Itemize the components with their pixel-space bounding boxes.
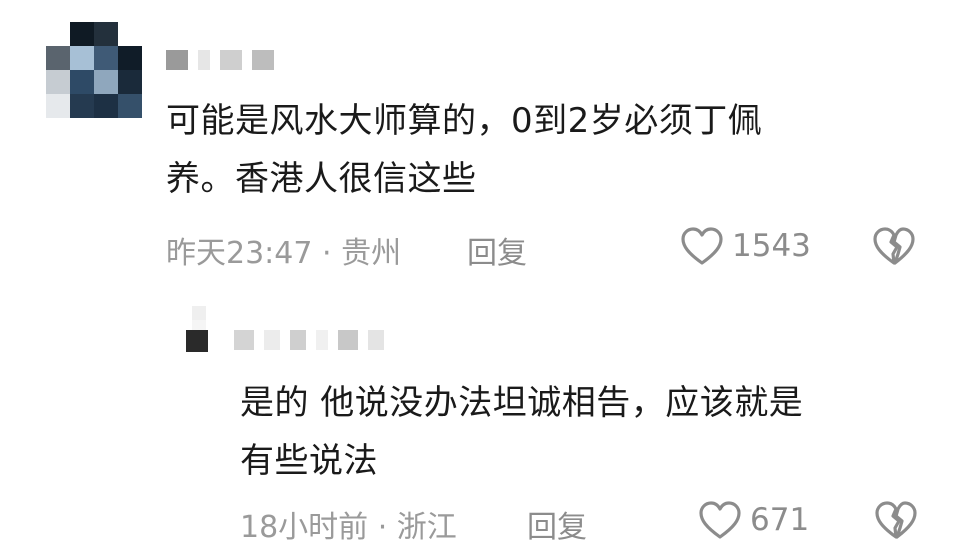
reply-button[interactable]: 回复 — [467, 228, 527, 272]
reply-text: 是的 他说没办法坦诚相告，应该就是 有些说法 — [240, 383, 804, 481]
dislike-button[interactable] — [872, 226, 916, 266]
reply-button[interactable]: 回复 — [527, 502, 587, 546]
comment-time-location: 昨天23:47 · 贵州 — [166, 236, 402, 271]
broken-heart-icon — [872, 226, 916, 266]
like-count: 671 — [750, 502, 810, 538]
username[interactable] — [166, 50, 274, 70]
avatar[interactable] — [46, 22, 142, 118]
dislike-button[interactable] — [874, 500, 918, 540]
comment-text: 可能是风水大师算的，0到2岁必须丁佩 养。香港人很信这些 — [166, 101, 763, 199]
username[interactable] — [234, 330, 384, 350]
like-button[interactable]: 671 — [698, 500, 809, 540]
broken-heart-icon — [874, 500, 918, 540]
heart-outline-icon — [698, 500, 742, 540]
reply-time-location: 18小时前 · 浙江 — [240, 510, 457, 545]
avatar[interactable] — [186, 306, 214, 352]
like-button[interactable]: 1543 — [680, 226, 811, 266]
heart-outline-icon — [680, 226, 724, 266]
like-count: 1543 — [732, 228, 811, 264]
